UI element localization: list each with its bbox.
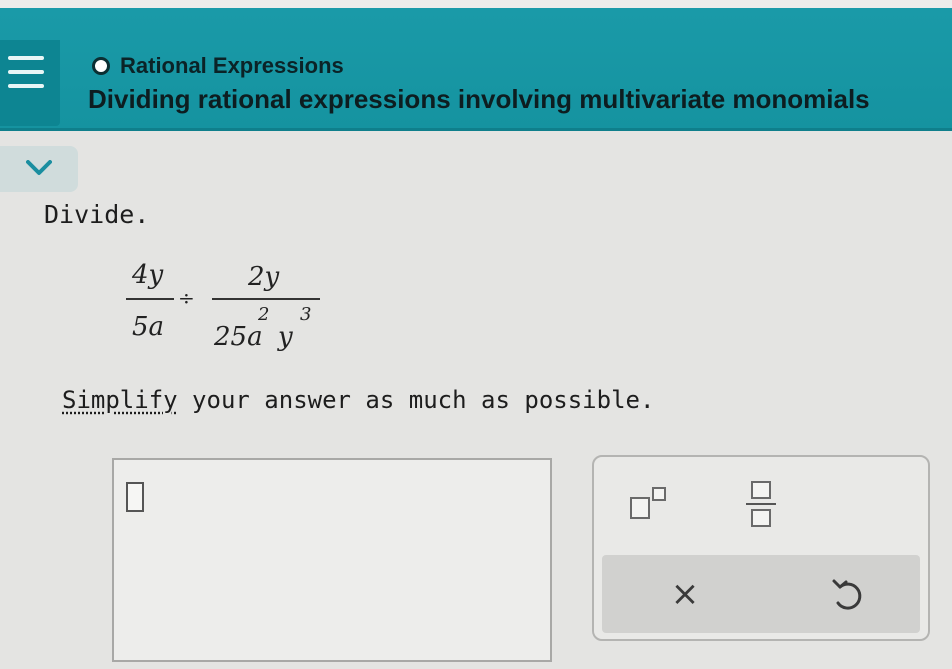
division-operator: ÷	[178, 286, 195, 310]
fraction2-bar	[212, 298, 320, 300]
header-banner: Rational Expressions Dividing rational e…	[0, 8, 952, 131]
fraction1-denominator: 5a	[132, 312, 165, 342]
math-expression: 4y 5a ÷ 2y 25a 2 y 3	[126, 260, 336, 360]
fraction2-denominator-coefficient: 25a	[214, 322, 263, 352]
collapse-button[interactable]	[0, 146, 78, 192]
fraction1-bar	[126, 298, 174, 300]
topic-status-icon	[92, 57, 110, 75]
undo-icon	[832, 579, 862, 610]
exponent-template-icon	[630, 497, 650, 519]
input-placeholder-box	[126, 482, 144, 512]
top-strip	[0, 0, 952, 8]
fraction-template-icon	[751, 481, 771, 499]
clear-button[interactable]: ×	[662, 571, 708, 617]
math-toolbar: ×	[592, 455, 930, 641]
fraction1-numerator: 4y	[132, 260, 164, 290]
topic-row: Rational Expressions	[92, 52, 344, 80]
fraction2-numerator: 2y	[248, 262, 280, 292]
simplify-rest: your answer as much as possible.	[177, 386, 655, 414]
instruction-text: Divide.	[44, 200, 150, 229]
hamburger-icon	[8, 56, 44, 60]
menu-button[interactable]	[0, 40, 60, 126]
answer-input[interactable]	[112, 458, 552, 662]
fraction2-denominator-y: y	[278, 322, 293, 352]
simplify-link[interactable]: Simplify	[62, 386, 178, 414]
chevron-down-icon	[26, 160, 52, 175]
simplify-instruction: Simplify your answer as much as possible…	[62, 386, 654, 414]
topic-label: Rational Expressions	[120, 53, 344, 78]
exponent-button[interactable]	[630, 485, 670, 525]
fraction2-exponent-y: 3	[300, 304, 312, 325]
page-title: Dividing rational expressions involving …	[88, 84, 870, 114]
fraction2-exponent-a: 2	[258, 304, 270, 325]
action-bar: ×	[602, 555, 920, 633]
undo-button[interactable]	[826, 573, 870, 617]
fraction-button[interactable]	[746, 481, 776, 533]
